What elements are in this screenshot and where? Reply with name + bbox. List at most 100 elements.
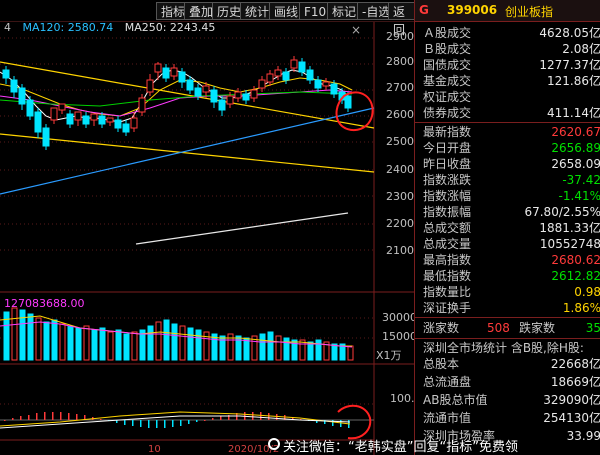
volume-tick: 15000 xyxy=(382,330,417,343)
candle-body xyxy=(202,85,210,93)
volume-bar xyxy=(195,329,202,361)
volume-bar xyxy=(299,339,306,361)
price-tick: 2600 xyxy=(386,108,414,121)
candle-body xyxy=(146,79,154,93)
candles-group xyxy=(2,56,352,150)
candle-body xyxy=(306,69,314,81)
candle-body xyxy=(282,71,290,81)
volume-bar xyxy=(171,323,178,361)
price-tick: 2400 xyxy=(386,163,414,176)
candle-body xyxy=(106,117,114,123)
stock-chart-window: 指标 叠加 历史 统计 画线 F10 标记 -自选 返回 × 4 MA120: … xyxy=(0,0,600,455)
macd-bar xyxy=(196,420,198,422)
candle-body xyxy=(298,61,306,73)
macd-bar xyxy=(100,419,102,420)
info-row: 总股本 22668亿 xyxy=(415,355,600,374)
indicator-pane xyxy=(0,411,374,429)
group-marker: G xyxy=(419,3,429,17)
candle-body xyxy=(226,95,234,105)
volume-bar xyxy=(131,331,138,361)
candle-body xyxy=(10,79,18,93)
volume-bar xyxy=(147,325,154,361)
macd-bar xyxy=(28,415,30,420)
macd-bar xyxy=(140,420,142,427)
price-tick: 2300 xyxy=(386,190,414,203)
candle-body xyxy=(290,59,298,69)
info-label: 债券成交 xyxy=(423,106,472,120)
macd-bar xyxy=(188,420,190,424)
candle-body xyxy=(2,69,10,79)
macd-bar xyxy=(44,412,46,420)
volume-tick: 30000 xyxy=(382,311,417,324)
volume-bar xyxy=(187,327,194,361)
candlestick-chart[interactable] xyxy=(0,0,414,455)
macd-bar xyxy=(180,420,182,426)
volume-bar xyxy=(347,345,354,361)
wechat-logo-icon xyxy=(268,438,280,450)
panel-header: G 399006 创业板指 xyxy=(415,0,600,22)
macd-bar xyxy=(12,418,14,420)
date-label: 10 xyxy=(148,444,161,455)
volume-bar xyxy=(83,325,90,361)
price-tick: 2800 xyxy=(386,55,414,68)
info-label: 总流通盘 xyxy=(423,375,472,389)
volume-bar xyxy=(11,307,18,361)
volume-bar xyxy=(43,321,50,361)
ups-label: 涨家数 xyxy=(423,321,460,335)
candle-body xyxy=(50,107,58,121)
volume-bar xyxy=(163,319,170,361)
candle-body xyxy=(98,115,106,125)
macd-bar xyxy=(212,418,214,420)
macd-bar xyxy=(76,414,78,420)
info-row: 债券成交 411.14亿 xyxy=(415,104,600,123)
volume-bar xyxy=(331,343,338,361)
price-tick: 2900 xyxy=(386,30,414,43)
info-label: 总股本 xyxy=(423,357,460,371)
volume-bar xyxy=(35,317,42,361)
candle-body xyxy=(34,111,42,133)
index-name[interactable]: 创业板指 xyxy=(505,3,553,20)
candle-body xyxy=(162,67,170,79)
volume-bar xyxy=(267,331,274,361)
candle-body xyxy=(170,67,178,77)
index-code[interactable]: 399006 xyxy=(447,3,497,17)
downs-value: 35 xyxy=(585,321,600,335)
candle-body xyxy=(122,123,130,133)
candle-body xyxy=(250,89,258,99)
volume-bar xyxy=(115,329,122,361)
candle-body xyxy=(274,69,282,77)
info-row: 深证换手 1.86% xyxy=(415,299,600,318)
macd-bar xyxy=(20,416,22,420)
candle-body xyxy=(186,79,194,91)
info-label: 流通市值 xyxy=(423,411,472,425)
macd-bar xyxy=(220,416,222,420)
ma250-line xyxy=(135,212,349,245)
price-tick: 2500 xyxy=(386,135,414,148)
macd-bar xyxy=(132,420,134,426)
macd-bar xyxy=(52,412,54,420)
candle-body xyxy=(322,81,330,87)
volume-bar xyxy=(283,337,290,361)
info-row: AB股总市值 329090亿 xyxy=(415,391,600,410)
candle-body xyxy=(344,95,352,109)
macd-bar xyxy=(36,413,38,420)
candle-body xyxy=(18,87,26,105)
candle-body xyxy=(90,113,98,121)
macd-bar xyxy=(164,420,166,428)
info-value: 18669亿 xyxy=(550,375,600,389)
info-value: 254130亿 xyxy=(543,411,600,425)
volume-bar xyxy=(275,335,282,361)
volume-bar xyxy=(307,341,314,361)
candle-body xyxy=(242,93,250,101)
macd-bar xyxy=(68,413,70,420)
price-tick: 2700 xyxy=(386,81,414,94)
downs-label: 跌家数 xyxy=(519,321,556,335)
macd-bar xyxy=(4,420,6,421)
macd-bar xyxy=(156,420,158,428)
macd-bar xyxy=(268,413,270,420)
candle-body xyxy=(74,111,82,121)
macd-bar xyxy=(252,412,254,420)
volume-bar xyxy=(155,321,162,361)
candle-body xyxy=(234,91,242,99)
macd-bar xyxy=(340,420,342,427)
